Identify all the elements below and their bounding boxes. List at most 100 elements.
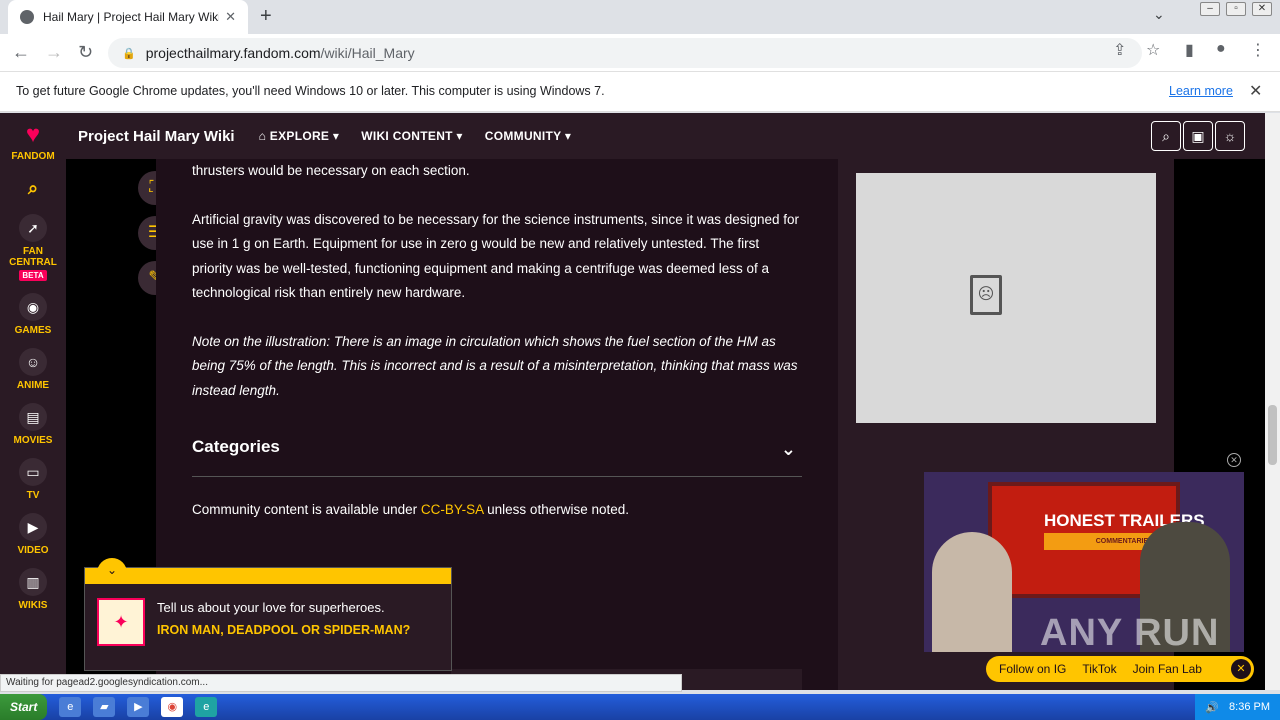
search-button-icon[interactable]: ⌕: [1151, 121, 1181, 151]
fandom-logo-icon[interactable]: ♥: [0, 121, 66, 149]
folder-icon[interactable]: ▰: [93, 697, 116, 717]
close-social-icon[interactable]: ✕: [1231, 659, 1251, 679]
rail-item-movies[interactable]: ▤ MOVIES: [0, 403, 66, 446]
rail-search[interactable]: ⌕: [0, 174, 66, 202]
close-video-icon[interactable]: ✕: [1227, 453, 1241, 467]
lock-icon: 🔒: [122, 47, 136, 60]
license-text: Community content is available under CC-…: [192, 502, 629, 517]
menu-icon[interactable]: ⋮: [1250, 40, 1266, 60]
scroll-thumb[interactable]: [1268, 405, 1277, 465]
new-tab-button[interactable]: +: [260, 5, 272, 28]
minimize-button[interactable]: –: [1200, 2, 1220, 16]
paragraph: thrusters would be necessary on each sec…: [192, 163, 470, 178]
nav-wiki-content[interactable]: WIKI CONTENT ▾: [361, 129, 463, 143]
rail-label-video: VIDEO: [17, 545, 49, 556]
license-link[interactable]: CC-BY-SA: [421, 502, 484, 517]
rail-label-tv: TV: [26, 490, 40, 501]
update-infobar: To get future Google Chrome updates, you…: [0, 72, 1280, 112]
rail-item-video[interactable]: ▶ VIDEO: [0, 513, 66, 556]
window-controls: – ▫ ✕: [1200, 2, 1272, 16]
nav-community-label: COMMUNITY: [484, 129, 562, 143]
close-infobar-icon[interactable]: ✕: [1249, 81, 1262, 101]
fandom-logo-label: FANDOM: [11, 151, 55, 162]
rail-item-anime[interactable]: ☺ ANIME: [0, 348, 66, 391]
quiz-popup[interactable]: ⌄ ✦ Tell us about your love for superher…: [84, 558, 452, 671]
bookmark-star-icon[interactable]: ☆: [1146, 40, 1160, 60]
play-icon: ▶: [19, 513, 47, 541]
rocket-icon: ➚: [19, 214, 47, 242]
learn-more-link[interactable]: Learn more: [1169, 84, 1233, 98]
quiz-options[interactable]: IRON MAN, DEADPOOL OR SPIDER-MAN?: [157, 622, 417, 638]
close-window-button[interactable]: ✕: [1252, 2, 1272, 16]
web-page: ♥ FANDOM ⌕ ➚ FAN CENTRAL BETA ◉ GAMES ☺ ANIM…: [0, 113, 1265, 690]
profile-icon[interactable]: ●: [1216, 40, 1226, 58]
reload-icon[interactable]: ↻: [78, 42, 93, 63]
address-bar[interactable]: 🔒 projecthailmary.fandom.com/wiki/Hail_M…: [108, 38, 1142, 68]
chrome-icon[interactable]: ◉: [161, 697, 184, 717]
search-icon: ⌕: [27, 178, 39, 198]
url-path: /wiki/Hail_Mary: [320, 45, 415, 61]
ad-placeholder: ☹: [856, 173, 1156, 423]
article-content: thrusters would be necessary on each sec…: [192, 159, 802, 427]
illustration-note: Note on the illustration: There is an im…: [192, 333, 798, 398]
beta-badge: BETA: [19, 270, 47, 281]
rail-item-tv[interactable]: ▭ TV: [0, 458, 66, 501]
categories-heading: Categories: [192, 437, 280, 456]
chevron-down-icon[interactable]: ⌄: [781, 439, 796, 460]
quiz-header-bar: [85, 568, 451, 584]
tab-search-icon[interactable]: ⌄: [1153, 6, 1165, 23]
rail-label-fan-central: FAN CENTRAL: [9, 246, 57, 268]
nav-community[interactable]: COMMUNITY ▾: [485, 129, 571, 143]
rail-label-anime: ANIME: [16, 380, 50, 391]
broken-document-icon: ☹: [970, 275, 1002, 315]
fandom-rail: ♥ FANDOM ⌕ ➚ FAN CENTRAL BETA ◉ GAMES ☺ ANIM…: [0, 113, 66, 690]
clock[interactable]: 8:36 PM: [1229, 701, 1270, 713]
social-bar: Follow on IG TikTok Join Fan Lab ✕: [986, 656, 1254, 682]
browser-tab[interactable]: Hail Mary | Project Hail Mary Wiki | F ✕: [8, 0, 248, 34]
clapper-icon: ▤: [19, 403, 47, 431]
anime-icon: ☺: [19, 348, 47, 376]
side-panel-icon[interactable]: ▮: [1185, 40, 1194, 60]
discussions-icon[interactable]: ▣: [1183, 121, 1213, 151]
nav-wiki-content-label: WIKI CONTENT: [361, 129, 453, 143]
infobar-message: To get future Google Chrome updates, you…: [16, 84, 605, 98]
nav-explore-label: EXPLORE: [269, 129, 330, 143]
vertical-scrollbar[interactable]: [1265, 113, 1280, 690]
forward-icon[interactable]: →: [45, 42, 63, 63]
maximize-button[interactable]: ▫: [1226, 2, 1246, 16]
share-icon[interactable]: ⇪: [1113, 40, 1126, 60]
join-fan-lab-link[interactable]: Join Fan Lab: [1133, 662, 1202, 676]
status-bar: Waiting for pagead2.googlesyndication.co…: [0, 674, 682, 692]
rail-item-fan-central[interactable]: ➚ FAN CENTRAL BETA: [0, 214, 66, 281]
toolbar: ← → ↻ 🔒 projecthailmary.fandom.com/wiki/…: [0, 34, 1280, 72]
paragraph: Artificial gravity was discovered to be …: [192, 211, 800, 301]
ie-icon[interactable]: e: [59, 697, 82, 717]
back-icon[interactable]: ←: [12, 42, 30, 63]
favicon-icon: [20, 10, 34, 24]
media-player-icon[interactable]: ▶: [127, 697, 150, 717]
tiktok-link[interactable]: TikTok: [1082, 662, 1116, 676]
edge-icon[interactable]: e: [195, 697, 218, 717]
system-tray: 🔊 8:36 PM: [1195, 694, 1280, 720]
rail-label-games: GAMES: [14, 325, 52, 336]
windows-taskbar: Start e ▰ ▶ ◉ e 🔊 8:36 PM: [0, 694, 1280, 720]
rail-item-games[interactable]: ◉ GAMES: [0, 293, 66, 336]
volume-icon[interactable]: 🔊: [1205, 701, 1219, 714]
rail-label-movies: MOVIES: [13, 435, 53, 446]
start-button[interactable]: Start: [0, 694, 48, 720]
nav-explore[interactable]: ⌂ EXPLORE ▾: [259, 129, 340, 143]
collapse-chevron-icon[interactable]: ⌄: [97, 558, 127, 580]
more-options-icon[interactable]: ⋮: [762, 689, 780, 690]
tab-title: Hail Mary | Project Hail Mary Wiki | F: [43, 10, 220, 24]
book-icon: ▥: [19, 568, 47, 596]
rail-item-wikis[interactable]: ▥ WIKIS: [0, 568, 66, 611]
quiz-prompt: Tell us about your love for superheroes.: [157, 600, 385, 615]
license-suffix: unless otherwise noted.: [483, 502, 629, 517]
follow-ig-link[interactable]: Follow on IG: [999, 662, 1066, 676]
watermark: ANY RUN: [1040, 612, 1220, 652]
wiki-title[interactable]: Project Hail Mary Wiki: [78, 128, 235, 145]
categories-section[interactable]: Categories ⌄: [192, 437, 802, 477]
close-tab-icon[interactable]: ✕: [225, 9, 236, 25]
theme-toggle-icon[interactable]: ☼: [1215, 121, 1245, 151]
video-player[interactable]: HONEST TRAILERS COMMENTARIES ANY RUN: [924, 472, 1244, 652]
